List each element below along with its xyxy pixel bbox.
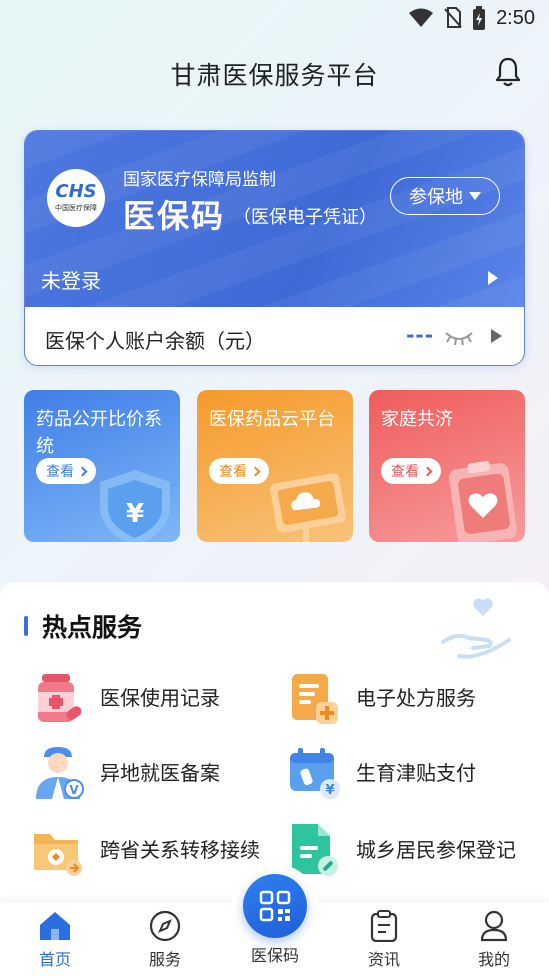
section-indicator: [24, 616, 28, 636]
tile-drug-price-compare[interactable]: 药品公开比价系统 查看 ¥: [24, 390, 180, 542]
prescription-icon: [292, 674, 338, 724]
service-label: 医保使用记录: [100, 685, 220, 710]
view-button[interactable]: 查看: [36, 458, 96, 484]
clipboard-icon: [370, 910, 398, 942]
service-cross-province-transfer[interactable]: 跨省关系转移接续: [30, 820, 260, 880]
chevron-right-icon: [422, 466, 433, 476]
service-maternity-allowance[interactable]: ¥ 生育津贴支付: [286, 743, 476, 803]
balance-value: ---: [406, 323, 434, 347]
doctor-icon: V: [36, 747, 84, 799]
login-status[interactable]: 未登录: [41, 265, 101, 294]
nav-news[interactable]: 资讯: [339, 902, 429, 976]
nav-insurance-code-label: 医保码: [250, 946, 299, 965]
wifi-icon: [409, 8, 434, 27]
supervise-text: 国家医疗保障局监制: [123, 170, 276, 190]
nav-mine[interactable]: 我的: [449, 902, 539, 976]
service-resident-enrollment[interactable]: 城乡居民参保登记: [286, 820, 516, 880]
page-title: 甘肃医保服务平台: [170, 61, 379, 90]
nav-service[interactable]: 服务: [120, 902, 210, 976]
app-header: 甘肃医保服务平台: [0, 50, 549, 96]
svg-text:¥: ¥: [126, 499, 144, 529]
chevron-right-icon: [250, 466, 261, 476]
nav-home-label: 首页: [38, 950, 71, 969]
svg-text:V: V: [69, 783, 79, 797]
insurance-code-card[interactable]: CHS 中国医疗保障 国家医疗保障局监制 医保码 （医保电子凭证） 参保地 未登…: [24, 130, 525, 366]
chs-logo: CHS 中国医疗保障: [47, 169, 105, 227]
card-title: 医保码: [123, 197, 226, 235]
section-title: 热点服务: [42, 613, 143, 642]
service-label: 生育津贴支付: [356, 760, 476, 785]
home-icon: [40, 912, 70, 940]
service-e-prescription[interactable]: 电子处方服务: [286, 668, 476, 728]
no-sim-icon: [444, 7, 462, 28]
play-arrow-icon[interactable]: [488, 271, 498, 285]
battery-charging-icon: [473, 6, 486, 30]
nav-mine-label: 我的: [477, 950, 510, 969]
chs-logo-text: CHS: [55, 181, 97, 202]
nav-news-label: 资讯: [367, 950, 400, 969]
view-button[interactable]: 查看: [381, 458, 441, 484]
service-remote-medical-filing[interactable]: V 异地就医备案: [30, 743, 220, 803]
tile-title: 医保药品云平台: [209, 409, 335, 430]
tile-title: 药品公开比价系统: [36, 409, 162, 457]
compass-icon: [149, 910, 181, 942]
balance-label: 医保个人账户余额（元）: [45, 329, 265, 353]
status-time: 2:50: [496, 6, 535, 29]
yuan-shield-icon: ¥: [100, 470, 170, 542]
card-subtitle: （医保电子凭证）: [233, 207, 377, 228]
tile-family-mutual-aid[interactable]: 家庭共济 查看: [369, 390, 525, 542]
hand-heart-icon: [441, 598, 511, 659]
svg-text:¥: ¥: [325, 783, 334, 798]
calendar-bottle-icon: ¥: [290, 748, 340, 799]
view-button-label: 查看: [219, 464, 247, 480]
service-label: 电子处方服务: [356, 685, 476, 710]
chevron-right-icon: [77, 466, 88, 476]
insure-place-button[interactable]: 参保地: [390, 177, 500, 215]
view-button-label: 查看: [46, 464, 74, 480]
heart-card-icon: [449, 461, 517, 542]
tile-drug-cloud-platform[interactable]: 医保药品云平台 查看: [197, 390, 353, 542]
tile-title: 家庭共济: [381, 409, 453, 430]
service-label: 城乡居民参保登记: [356, 837, 516, 862]
view-button-label: 查看: [391, 464, 419, 480]
nav-home[interactable]: 首页: [10, 902, 100, 976]
service-label: 跨省关系转移接续: [100, 837, 260, 862]
eye-closed-icon[interactable]: [444, 329, 474, 347]
nav-insurance-code-button[interactable]: [243, 874, 307, 938]
cloud-monitor-icon: [270, 473, 346, 542]
medicine-bottle-icon: [38, 674, 82, 722]
user-icon: [480, 910, 508, 942]
service-label: 异地就医备案: [100, 760, 220, 785]
transfer-folder-icon: [34, 834, 82, 876]
status-bar: 2:50: [0, 0, 549, 40]
caret-down-icon: [469, 192, 481, 200]
insure-place-label: 参保地: [409, 187, 463, 208]
play-arrow-icon[interactable]: [491, 329, 502, 343]
service-usage-record[interactable]: 医保使用记录: [30, 668, 220, 728]
qr-code-icon: [259, 890, 291, 922]
view-button[interactable]: 查看: [209, 458, 269, 484]
chs-logo-subtext: 中国医疗保障: [55, 204, 97, 212]
nav-service-label: 服务: [148, 950, 181, 969]
bell-icon[interactable]: [493, 56, 523, 88]
balance-row[interactable]: 医保个人账户余额（元） ---: [25, 307, 524, 365]
